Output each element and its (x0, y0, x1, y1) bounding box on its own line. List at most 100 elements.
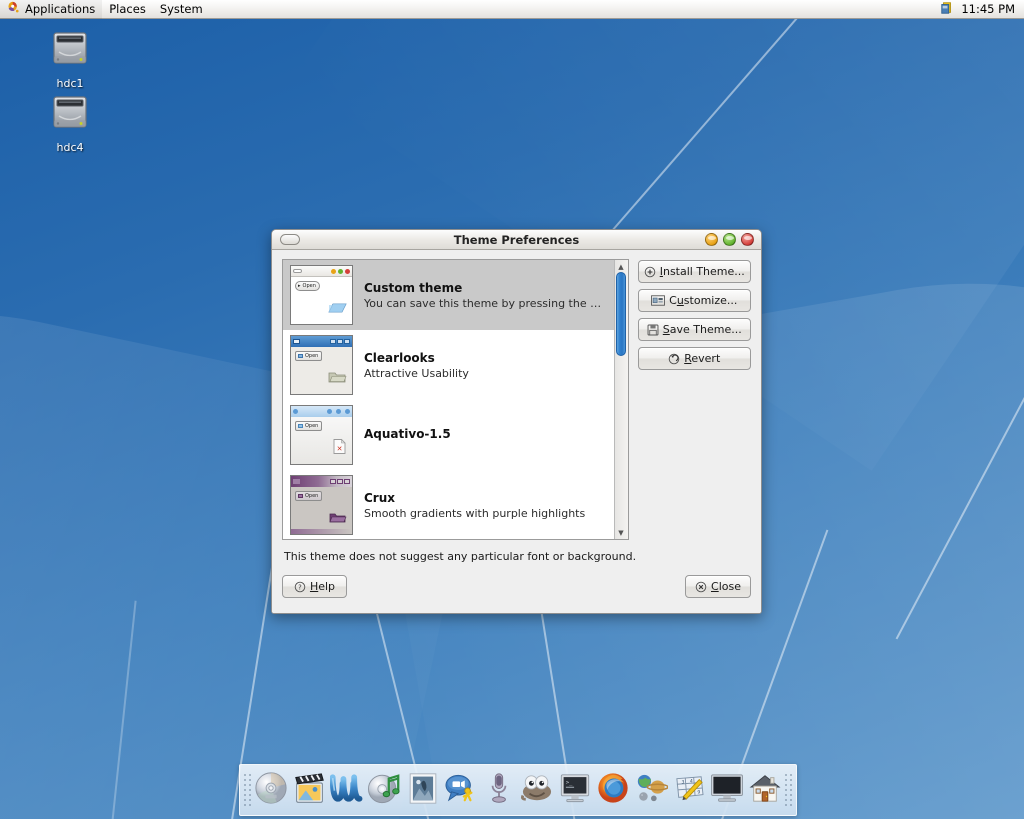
music-cd-icon (368, 771, 402, 809)
dock-item-gimp[interactable] (518, 768, 556, 812)
svg-text:4: 4 (690, 778, 693, 784)
theme-preferences-window[interactable]: Theme Preferences ▸ Open Custom theme Yo… (271, 229, 762, 614)
dock-item-firefox[interactable] (594, 768, 632, 812)
theme-list[interactable]: ▸ Open Custom theme You can save this th… (283, 260, 614, 539)
terminal-icon: >_ (559, 773, 591, 808)
theme-list-item[interactable]: ▸ Open Custom theme You can save this th… (283, 260, 614, 330)
dock-item-home-folder[interactable] (746, 768, 784, 812)
sticky-notes-icon[interactable] (940, 1, 954, 18)
close-icon[interactable] (741, 233, 754, 246)
customize-icon (651, 295, 666, 306)
close-circle-icon (695, 581, 707, 593)
theme-name: Clearlooks (364, 350, 435, 365)
theme-list-item[interactable]: Open Crux Smooth gradients with purple h… (283, 470, 614, 539)
help-label: Help (309, 580, 336, 593)
spreadsheet-icon: 3 4 9 (673, 774, 705, 806)
preview-open-button: Open (295, 491, 323, 501)
dock-item-display[interactable] (708, 768, 746, 812)
theme-list-scrollbar[interactable]: ▲ ▼ (613, 260, 628, 539)
theme-actions: Install Theme... Customize... Save Theme… (637, 259, 751, 540)
gnome-foot-icon (7, 1, 20, 17)
menu-applications[interactable]: Applications (0, 0, 103, 19)
menu-system-label: System (159, 2, 203, 16)
window-body: ▸ Open Custom theme You can save this th… (272, 250, 761, 613)
top-panel: Applications Places System 11:45 PM (0, 0, 1024, 19)
chevron-down-icon[interactable]: ▼ (615, 527, 627, 538)
close-label: Close (711, 580, 741, 593)
chevron-up-icon[interactable]: ▲ (615, 261, 627, 272)
theme-description: Smooth gradients with purple highlights (364, 506, 586, 520)
theme-item-text: Aquativo-1.5 (364, 427, 451, 443)
theme-preview-crux: Open (290, 475, 353, 535)
folder-icon (327, 369, 347, 389)
svg-text:3: 3 (682, 779, 685, 785)
cd-disc-icon (254, 771, 288, 809)
window-titlebar[interactable]: Theme Preferences (272, 230, 761, 250)
theme-preview-clearlooks: Open (290, 335, 353, 395)
desktop-icon-hdc1-label: hdc1 (56, 77, 84, 90)
install-theme-button[interactable]: Install Theme... (637, 260, 751, 283)
menu-applications-label: Applications (25, 2, 96, 16)
drag-grip-icon-right[interactable] (784, 770, 793, 810)
svg-text:?: ? (298, 583, 302, 591)
desktop-icon-hdc4[interactable]: hdc4 (32, 92, 108, 154)
theme-description: You can save this theme by pressing the … (364, 296, 607, 310)
scrollbar-thumb[interactable] (616, 272, 626, 357)
dock-item-terminal[interactable]: >_ (556, 768, 594, 812)
window-menu-icon[interactable] (280, 234, 300, 245)
planets-icon (634, 772, 669, 808)
chat-bubble-icon (444, 772, 478, 808)
maximize-icon[interactable] (723, 233, 736, 246)
blue-folder-icon (327, 299, 347, 319)
save-disk-icon (647, 324, 659, 336)
theme-list-item[interactable]: Open ✕ Aquativo-1.5 (283, 400, 614, 470)
revert-arrow-icon (668, 353, 680, 365)
menu-system[interactable]: System (153, 0, 210, 19)
scrollbar-track[interactable] (615, 272, 627, 527)
plus-circle-icon (644, 266, 656, 278)
clock-label[interactable]: 11:45 PM (961, 2, 1015, 16)
theme-name: Crux (364, 490, 396, 505)
close-button[interactable]: Close (685, 575, 751, 598)
drag-grip-icon[interactable] (243, 770, 252, 810)
svg-text:9: 9 (697, 790, 700, 796)
dock-item-solar-system[interactable] (632, 768, 670, 812)
customize-button[interactable]: Customize... (637, 289, 751, 312)
revert-button[interactable]: Revert (637, 347, 751, 370)
theme-list-frame: ▸ Open Custom theme You can save this th… (282, 259, 629, 540)
dock-item-movie-player[interactable] (290, 768, 328, 812)
desktop-icon-hdc1[interactable]: hdc1 (32, 28, 108, 90)
desktop[interactable]: Applications Places System 11:45 PM hdc1… (0, 0, 1024, 819)
help-button[interactable]: ? Help (282, 575, 347, 598)
menu-places[interactable]: Places (102, 0, 153, 19)
theme-item-text: Custom theme You can save this theme by … (364, 281, 607, 310)
dock-item-sound-recorder[interactable] (480, 768, 518, 812)
preview-open-button: Open (295, 421, 323, 431)
document-error-icon: ✕ (332, 438, 347, 459)
dock-item-messenger[interactable] (442, 768, 480, 812)
theme-list-item[interactable]: Open Clearlooks Attractive Usability (283, 330, 614, 400)
save-theme-button[interactable]: Save Theme... (637, 318, 751, 341)
dock-item-cd-player[interactable] (252, 768, 290, 812)
firefox-icon (596, 771, 630, 809)
dock-item-spreadsheet[interactable]: 3 4 9 (670, 768, 708, 812)
dock-item-image-viewer[interactable] (404, 768, 442, 812)
content-row: ▸ Open Custom theme You can save this th… (282, 259, 751, 540)
customize-label: Customize... (669, 294, 738, 307)
help-circle-icon: ? (294, 581, 306, 593)
minimize-icon[interactable] (705, 233, 718, 246)
theme-preview-custom: ▸ Open (290, 265, 353, 325)
microphone-icon (488, 772, 510, 809)
dock-item-music-player[interactable] (366, 768, 404, 812)
hard-drive-icon (48, 92, 92, 138)
movie-clapper-icon (293, 772, 326, 809)
application-dock[interactable]: >_ 3 4 9 (239, 764, 797, 816)
menu-places-label: Places (109, 2, 146, 16)
dock-item-wine[interactable] (328, 768, 366, 812)
wallpaper-streak (105, 600, 137, 819)
hard-drive-icon (48, 28, 92, 74)
theme-preview-aquativo: Open ✕ (290, 405, 353, 465)
wallpaper-streak (895, 320, 1024, 640)
status-text: This theme does not suggest any particul… (284, 550, 637, 563)
preview-open-button: Open (295, 351, 323, 361)
